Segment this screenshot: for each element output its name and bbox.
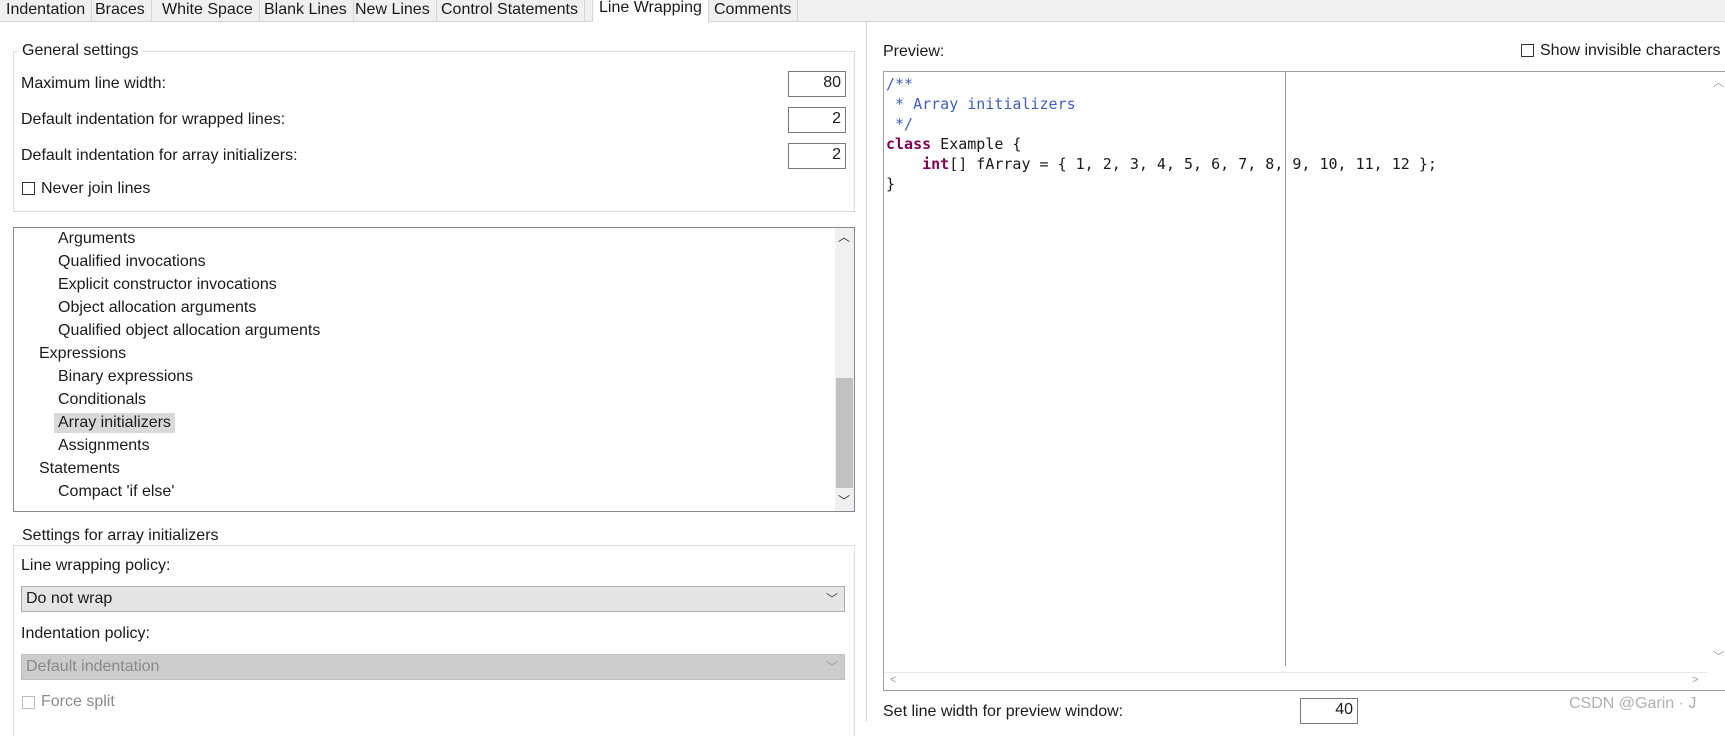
max-line-width-input[interactable]: 80 (788, 71, 846, 97)
scroll-down-icon[interactable]: ﹀ (1713, 648, 1724, 664)
force-split-label: Force split (41, 693, 115, 710)
array-indent-label: Default indentation for array initialize… (21, 147, 298, 164)
wrapped-indent-input[interactable]: 2 (788, 107, 846, 133)
print-margin-line (1285, 72, 1286, 666)
tab-blank-lines[interactable]: Blank Lines (258, 0, 354, 21)
tab-new-lines[interactable]: New Lines (349, 0, 437, 21)
tree-item[interactable]: Arguments (54, 229, 139, 249)
tab-line-wrapping[interactable]: Line Wrapping (592, 0, 709, 22)
tree-item[interactable]: Qualified object allocation arguments (54, 321, 324, 341)
indentation-policy-select[interactable]: Default indentation ﹀ (21, 654, 845, 680)
show-invisible-label: Show invisible characters (1540, 42, 1721, 59)
code-keyword: int (922, 155, 950, 173)
tree-scrollbar[interactable]: ︿ ﹀ (835, 228, 854, 511)
preview-label: Preview: (883, 43, 945, 60)
tab-white-space[interactable]: White Space (156, 0, 260, 21)
pane-divider[interactable] (866, 21, 867, 721)
preview-code: /** * Array initializers */ class Exampl… (886, 74, 1437, 194)
array-indent-input[interactable]: 2 (788, 143, 846, 169)
tree-item[interactable]: Assignments (54, 436, 154, 456)
scroll-right-icon[interactable]: > (1692, 674, 1698, 686)
tree-item-selected[interactable]: Array initializers (54, 413, 175, 433)
tree-item[interactable]: Object allocation arguments (54, 298, 260, 318)
tree-item[interactable]: Conditionals (54, 390, 150, 410)
wrapping-policy-value: Do not wrap (26, 590, 113, 607)
wrapped-indent-label: Default indentation for wrapped lines: (21, 111, 286, 128)
array-settings-title: Settings for array initializers (18, 527, 223, 545)
indentation-policy-label: Indentation policy: (21, 625, 150, 642)
tree-item[interactable]: Qualified invocations (54, 252, 210, 272)
code-text: Example { (931, 135, 1022, 153)
code-comment: * Array initializers (886, 95, 1076, 113)
tab-indentation[interactable]: Indentation (0, 0, 93, 21)
tree-item[interactable]: Statements (35, 459, 124, 479)
code-comment: */ (886, 115, 914, 133)
preview-line-width-input[interactable]: 40 (1300, 698, 1358, 724)
wrapping-category-tree[interactable]: Arguments Qualified invocations Explicit… (13, 227, 855, 512)
general-settings-title: General settings (18, 42, 143, 60)
wrapping-policy-select[interactable]: Do not wrap ﹀ (21, 586, 845, 612)
code-text: } (886, 175, 896, 193)
force-split-checkbox[interactable] (22, 696, 35, 709)
wrapping-policy-label: Line wrapping policy: (21, 557, 171, 574)
indentation-policy-value: Default indentation (26, 658, 160, 675)
preview-horizontal-scrollbar[interactable]: < > (884, 672, 1708, 690)
scroll-left-icon[interactable]: < (890, 674, 896, 686)
preview-vertical-scrollbar[interactable]: ︿ ﹀ (1709, 72, 1725, 666)
scroll-up-icon[interactable]: ︿ (838, 228, 850, 245)
tree-item[interactable]: Expressions (35, 344, 130, 364)
tree-item[interactable]: Binary expressions (54, 367, 197, 387)
tree-item[interactable]: Explicit constructor invocations (54, 275, 281, 295)
scroll-up-icon[interactable]: ︿ (1713, 74, 1724, 90)
never-join-lines-checkbox[interactable] (22, 182, 35, 195)
code-text: [] fArray = { 1, 2, 3, 4, 5, 6, 7, 8, 9,… (949, 155, 1437, 173)
tree-item[interactable]: Compact 'if else' (54, 482, 178, 502)
tab-bar: Indentation Braces White Space Blank Lin… (0, 0, 1725, 22)
watermark: CSDN @Garin · J (1569, 695, 1697, 712)
show-invisible-checkbox[interactable] (1521, 44, 1534, 57)
preview-pane[interactable]: /** * Array initializers */ class Exampl… (883, 71, 1725, 691)
preview-line-width-label: Set line width for preview window: (883, 703, 1124, 720)
chevron-down-icon: ﹀ (825, 660, 838, 674)
code-comment: /** (886, 75, 914, 93)
max-line-width-label: Maximum line width: (21, 75, 166, 92)
tab-braces[interactable]: Braces (89, 0, 152, 21)
tab-control-statements[interactable]: Control Statements (435, 0, 585, 21)
never-join-lines-label: Never join lines (41, 180, 151, 197)
scroll-down-icon[interactable]: ﹀ (838, 492, 850, 509)
code-keyword: class (886, 135, 932, 153)
tree-scroll-thumb[interactable] (836, 378, 853, 488)
chevron-down-icon: ﹀ (825, 592, 838, 606)
tab-comments[interactable]: Comments (708, 0, 799, 21)
